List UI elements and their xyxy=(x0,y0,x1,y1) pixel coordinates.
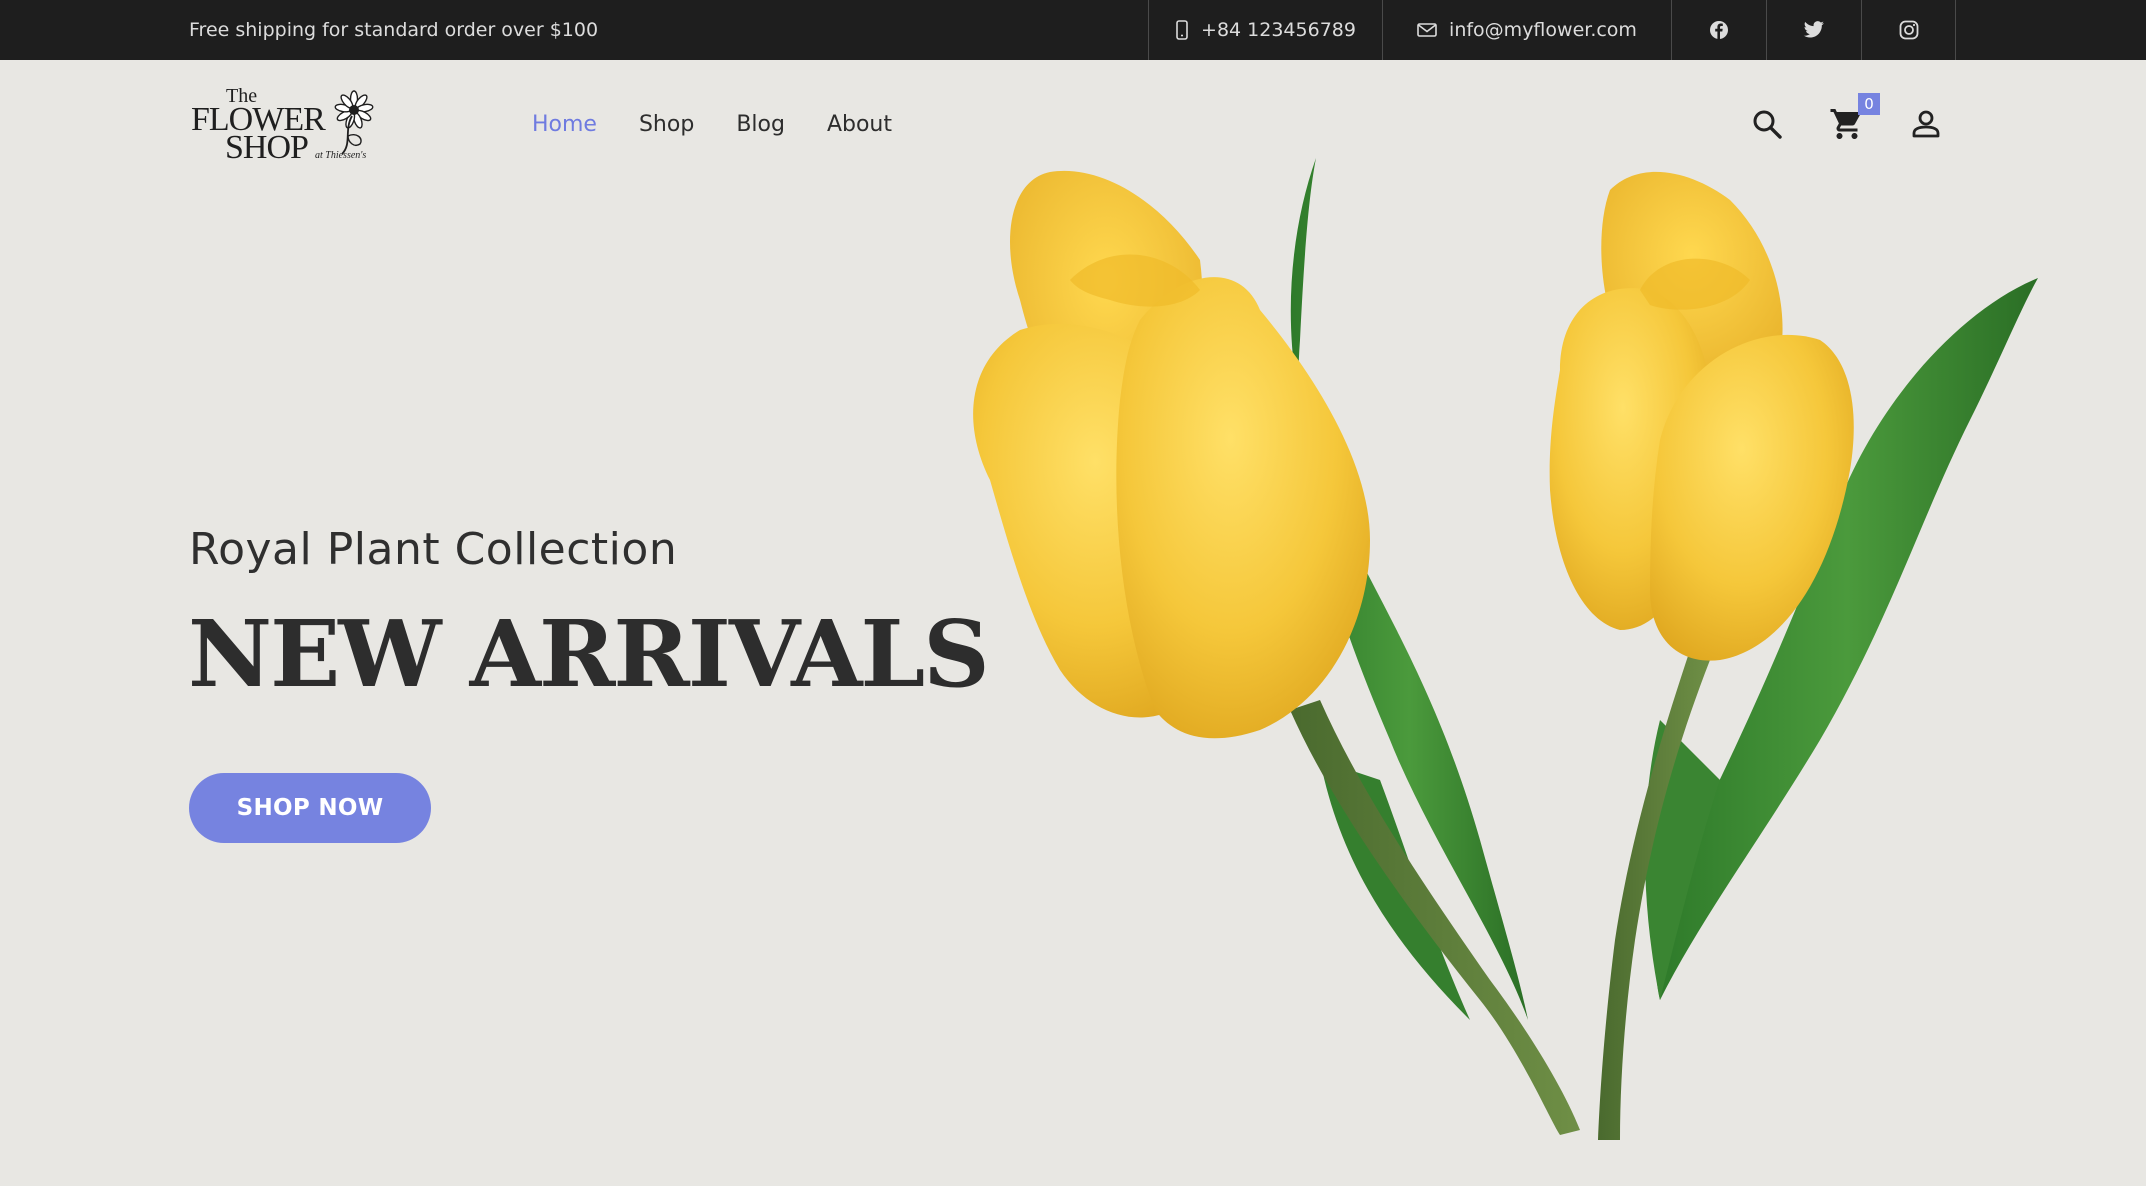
facebook-link[interactable] xyxy=(1671,0,1766,60)
logo-text-shop: SHOP xyxy=(225,129,308,166)
phone-number: +84 123456789 xyxy=(1201,19,1356,41)
facebook-icon xyxy=(1710,21,1728,39)
hero-title: NEW ARRIVALS xyxy=(188,600,990,708)
phone-contact[interactable]: +84 123456789 xyxy=(1148,0,1382,60)
instagram-icon xyxy=(1899,20,1918,40)
cart-count-badge: 0 xyxy=(1858,93,1880,115)
yellow-tulips-image xyxy=(973,158,2038,1140)
right-tulip xyxy=(1549,171,1854,661)
top-bar: Free shipping for standard order over $1… xyxy=(0,0,2146,60)
email-address: info@myflower.com xyxy=(1449,19,1637,41)
promo-text: Free shipping for standard order over $1… xyxy=(189,19,599,41)
twitter-icon xyxy=(1803,21,1824,38)
email-contact[interactable]: info@myflower.com xyxy=(1382,0,1671,60)
instagram-link[interactable] xyxy=(1861,0,1956,60)
shop-now-button[interactable]: SHOP NOW xyxy=(189,773,431,843)
daisy-logo-icon xyxy=(334,90,374,155)
logo-text-thiessens: at Thiessen's xyxy=(315,150,366,161)
twitter-link[interactable] xyxy=(1766,0,1861,60)
left-tulip xyxy=(973,170,1370,739)
nav-home[interactable]: Home xyxy=(532,112,597,137)
nav-about[interactable]: About xyxy=(827,112,892,137)
phone-icon xyxy=(1176,20,1188,40)
site-logo[interactable]: The FLOWER SHOP at Thiessen's xyxy=(190,80,390,170)
mail-icon xyxy=(1417,23,1437,37)
user-icon xyxy=(1912,110,1940,138)
nav-blog[interactable]: Blog xyxy=(736,112,785,137)
nav-shop[interactable]: Shop xyxy=(639,112,694,137)
hero-subtitle: Royal Plant Collection xyxy=(189,524,678,575)
main-nav: Home Shop Blog About xyxy=(532,104,934,144)
search-icon xyxy=(1753,110,1782,139)
